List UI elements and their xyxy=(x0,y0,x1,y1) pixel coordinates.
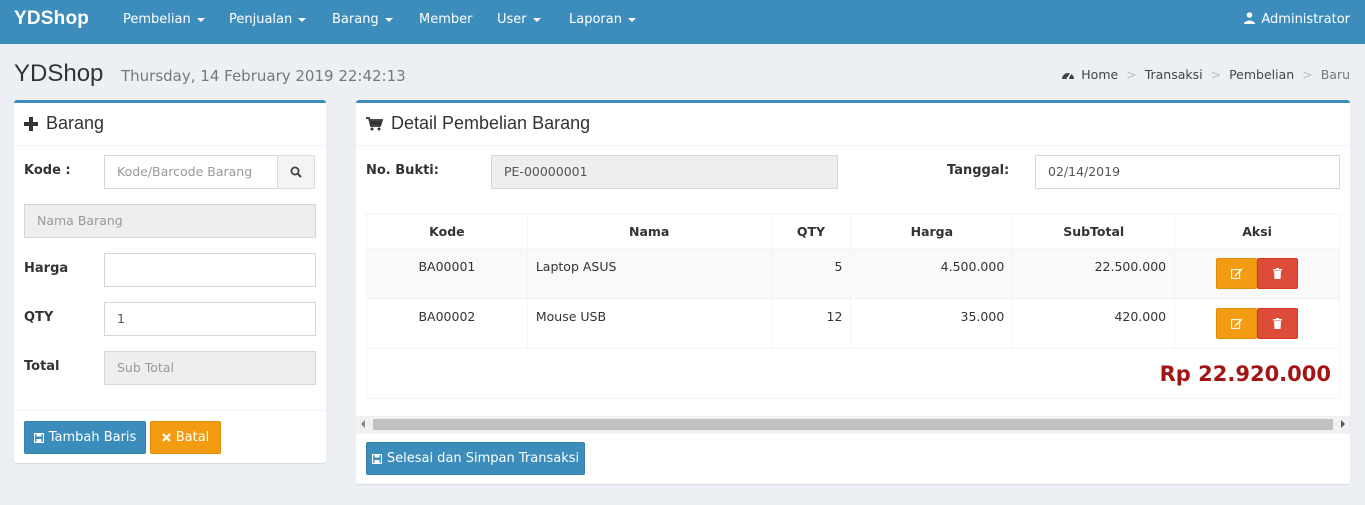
qty-input[interactable]: 1 xyxy=(104,302,316,336)
search-button[interactable] xyxy=(277,155,315,189)
cell-aksi xyxy=(1174,248,1340,299)
kode-label: Kode : xyxy=(24,163,71,178)
table-header-row: Kode Nama QTY Harga SubTotal Aksi xyxy=(366,213,1340,249)
caret-down-icon xyxy=(384,17,393,22)
simpan-transaksi-button[interactable]: Selesai dan Simpan Transaksi xyxy=(366,442,585,475)
nav-label: Pembelian xyxy=(123,12,191,27)
button-label: Batal xyxy=(175,430,210,445)
table-row: BA00001 Laptop ASUS 5 4.500.000 22.500.0… xyxy=(366,248,1340,299)
page-title: YDShop xyxy=(14,60,104,87)
close-icon xyxy=(161,433,171,442)
grand-total: Rp 22.920.000 xyxy=(366,348,1340,399)
dashboard-icon xyxy=(1062,72,1075,80)
caret-down-icon xyxy=(196,17,205,22)
table-row: BA00002 Mouse USB 12 35.000 420.000 xyxy=(366,298,1340,349)
cell-kode: BA00001 xyxy=(366,248,528,299)
edit-row-button[interactable] xyxy=(1216,258,1258,289)
nav-label: Laporan xyxy=(569,12,622,27)
grand-total-row: Rp 22.920.000 xyxy=(366,348,1340,399)
cell-harga: 35.000 xyxy=(850,298,1014,349)
caret-down-icon xyxy=(298,17,307,22)
panel-title-text: Detail Pembelian Barang xyxy=(391,113,591,133)
cell-subtotal: 22.500.000 xyxy=(1012,248,1176,299)
scroll-right-icon[interactable] xyxy=(1341,420,1345,428)
barang-panel-title: Barang xyxy=(24,113,104,134)
total-label: Total xyxy=(24,359,60,374)
col-nama: Nama xyxy=(526,213,772,249)
cell-nama: Mouse USB xyxy=(526,298,772,349)
trash-icon xyxy=(1273,268,1283,279)
col-aksi: Aksi xyxy=(1174,213,1340,249)
col-subtotal: SubTotal xyxy=(1012,213,1176,249)
tanggal-input[interactable]: 02/14/2019 xyxy=(1035,155,1340,189)
trash-icon xyxy=(1273,318,1283,329)
save-icon xyxy=(33,432,44,443)
breadcrumb-pembelian[interactable]: Pembelian xyxy=(1229,67,1294,82)
cell-kode: BA00002 xyxy=(366,298,528,349)
save-icon xyxy=(371,453,382,464)
detail-pembelian-panel: Detail Pembelian Barang No. Bukti: PE-00… xyxy=(356,100,1350,484)
nama-barang-input: Nama Barang xyxy=(24,204,316,238)
user-icon xyxy=(1244,12,1256,24)
brand-logo[interactable]: YDShop xyxy=(14,8,89,30)
breadcrumb-transaksi[interactable]: Transaksi xyxy=(1145,67,1203,82)
delete-row-button[interactable] xyxy=(1257,308,1299,339)
user-name: Administrator xyxy=(1261,12,1350,27)
cell-aksi xyxy=(1174,298,1340,349)
col-kode: Kode xyxy=(366,213,528,249)
cell-nama: Laptop ASUS xyxy=(526,248,772,299)
edit-icon xyxy=(1230,318,1243,329)
page-datetime: Thursday, 14 February 2019 22:42:13 xyxy=(121,67,406,85)
qty-label: QTY xyxy=(24,310,54,325)
horizontal-scrollbar[interactable] xyxy=(356,416,1350,433)
caret-down-icon xyxy=(532,17,541,22)
edit-row-button[interactable] xyxy=(1216,308,1258,339)
items-table: Kode Nama QTY Harga SubTotal Aksi BA0000… xyxy=(366,213,1340,399)
nav-user[interactable]: User xyxy=(497,12,541,27)
cell-subtotal: 420.000 xyxy=(1012,298,1176,349)
tambah-baris-button[interactable]: Tambah Baris xyxy=(24,421,146,454)
harga-label: Harga xyxy=(24,261,69,276)
harga-input[interactable] xyxy=(104,253,316,287)
col-qty: QTY xyxy=(770,213,852,249)
nav-laporan[interactable]: Laporan xyxy=(569,12,636,27)
nav-label: Barang xyxy=(332,12,379,27)
top-navbar: YDShop Pembelian Penjualan Barang Member… xyxy=(0,0,1365,44)
nav-label: User xyxy=(497,12,527,27)
batal-button[interactable]: Batal xyxy=(150,421,221,454)
subtotal-input: Sub Total xyxy=(104,351,316,385)
user-menu[interactable]: Administrator xyxy=(1244,12,1350,27)
cell-qty: 12 xyxy=(770,298,852,349)
cart-icon xyxy=(366,117,384,131)
button-label: Tambah Baris xyxy=(48,430,137,445)
no-bukti-input: PE-00000001 xyxy=(491,155,838,189)
no-bukti-label: No. Bukti: xyxy=(366,163,439,178)
scrollbar-thumb[interactable] xyxy=(373,419,1333,430)
cell-harga: 4.500.000 xyxy=(850,248,1014,299)
kode-input[interactable]: Kode/Barcode Barang xyxy=(104,155,278,189)
nav-penjualan[interactable]: Penjualan xyxy=(229,12,307,27)
delete-row-button[interactable] xyxy=(1257,258,1299,289)
tanggal-label: Tanggal: xyxy=(947,163,1010,178)
scroll-left-icon[interactable] xyxy=(361,420,365,428)
breadcrumb-baru: Baru xyxy=(1320,67,1350,82)
button-label: Selesai dan Simpan Transaksi xyxy=(386,451,580,466)
edit-icon xyxy=(1230,268,1243,279)
barang-panel: Barang Kode : Kode/Barcode Barang Nama B… xyxy=(14,100,326,463)
breadcrumb-home[interactable]: Home xyxy=(1081,67,1118,82)
nav-label: Penjualan xyxy=(229,12,293,27)
search-icon xyxy=(290,166,302,178)
nav-barang[interactable]: Barang xyxy=(332,12,393,27)
caret-down-icon xyxy=(627,17,636,22)
nav-member[interactable]: Member xyxy=(419,12,472,27)
nav-pembelian[interactable]: Pembelian xyxy=(123,12,205,27)
breadcrumb: Home > Transaksi > Pembelian > Baru xyxy=(1061,67,1350,82)
cell-qty: 5 xyxy=(770,248,852,299)
panel-title-text: Barang xyxy=(46,113,105,133)
plus-icon xyxy=(24,117,38,131)
detail-panel-title: Detail Pembelian Barang xyxy=(366,113,590,134)
nav-label: Member xyxy=(419,12,473,27)
col-harga: Harga xyxy=(850,213,1014,249)
